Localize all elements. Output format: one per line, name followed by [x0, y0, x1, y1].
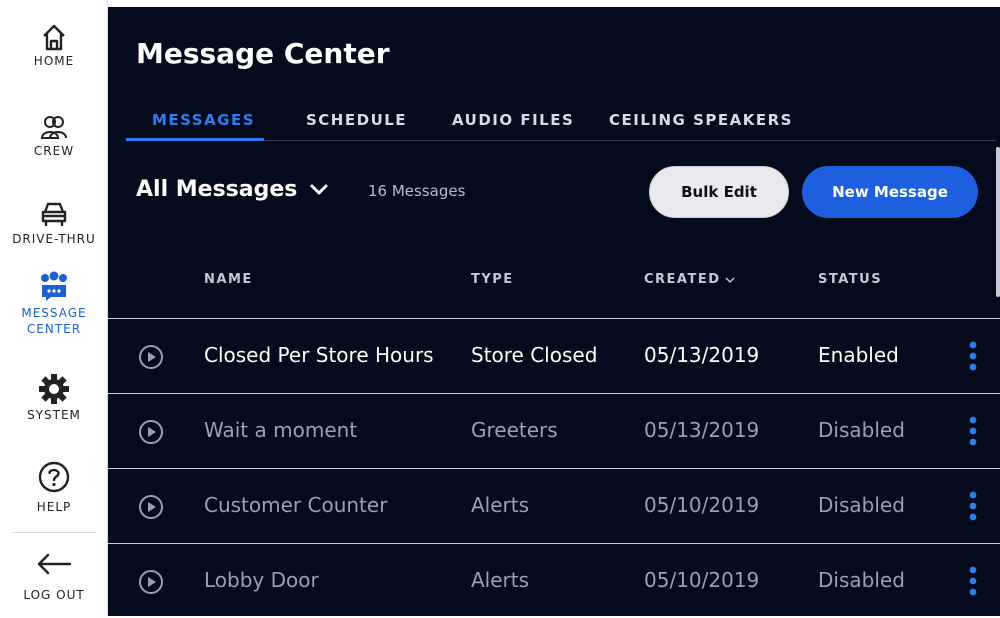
- sidebar-item-help[interactable]: HELP: [0, 460, 108, 516]
- column-header-created-label: CREATED: [644, 272, 721, 287]
- gear-icon: [39, 374, 69, 404]
- row-name: Wait a moment: [204, 418, 358, 442]
- sidebar-item-drive-thru[interactable]: DRIVE-THRU: [0, 198, 108, 248]
- sidebar-item-label: HOME: [33, 54, 75, 68]
- sort-chevron-down-icon: [725, 276, 735, 283]
- row-name: Customer Counter: [204, 493, 388, 517]
- row-status: Disabled: [818, 418, 905, 442]
- home-icon: [43, 24, 65, 51]
- column-header-created[interactable]: CREATED: [644, 272, 736, 287]
- row-created: 05/13/2019: [644, 418, 760, 442]
- sidebar-item-label: CREW: [33, 144, 75, 158]
- row-status: Enabled: [818, 343, 899, 367]
- sidebar-item-label: HELP: [36, 500, 72, 514]
- row-type: Alerts: [471, 568, 530, 592]
- sidebar: HOME CREW DRIVE-THRU MESSAGE CENTER SYST…: [0, 0, 108, 616]
- tab-ceiling-speakers[interactable]: CEILING SPEAKERS: [609, 111, 793, 129]
- row-type: Alerts: [471, 493, 530, 517]
- table-row[interactable]: Customer Counter Alerts 05/10/2019 Disab…: [108, 468, 1000, 543]
- message-center-icon: [41, 271, 67, 301]
- more-options-icon[interactable]: [968, 490, 978, 522]
- table-row[interactable]: Wait a moment Greeters 05/13/2019 Disabl…: [108, 393, 1000, 468]
- row-status: Disabled: [818, 493, 905, 517]
- page-title: Message Center: [136, 37, 390, 70]
- tab-schedule[interactable]: SCHEDULE: [306, 111, 407, 129]
- tab-messages[interactable]: MESSAGES: [152, 111, 255, 129]
- message-count: 16 Messages: [368, 182, 466, 200]
- active-tab-indicator: [126, 138, 264, 141]
- sidebar-item-label-line2: CENTER: [26, 322, 82, 336]
- sidebar-item-home[interactable]: HOME: [0, 22, 108, 70]
- sidebar-item-logout[interactable]: LOG OUT: [0, 550, 108, 604]
- sidebar-item-label: SYSTEM: [27, 408, 81, 422]
- chevron-down-icon: [310, 184, 328, 194]
- sidebar-item-crew[interactable]: CREW: [0, 112, 108, 160]
- play-icon[interactable]: [138, 419, 164, 445]
- sidebar-item-label: DRIVE-THRU: [12, 232, 96, 246]
- column-header-type[interactable]: TYPE: [471, 272, 514, 287]
- play-icon[interactable]: [138, 494, 164, 520]
- table-row[interactable]: Closed Per Store Hours Store Closed 05/1…: [108, 318, 1000, 393]
- sidebar-item-system[interactable]: SYSTEM: [0, 372, 108, 424]
- filter-label: All Messages: [136, 177, 298, 202]
- table-row[interactable]: Lobby Door Alerts 05/10/2019 Disabled: [108, 543, 1000, 618]
- row-type: Greeters: [471, 418, 558, 442]
- sidebar-divider: [12, 532, 96, 533]
- column-header-status[interactable]: STATUS: [818, 272, 882, 287]
- bulk-edit-button[interactable]: Bulk Edit: [649, 166, 789, 218]
- car-icon: [41, 202, 67, 226]
- play-icon[interactable]: [138, 344, 164, 370]
- row-status: Disabled: [818, 568, 905, 592]
- scrollbar[interactable]: [996, 147, 1000, 297]
- more-options-icon[interactable]: [968, 415, 978, 447]
- message-filter-dropdown[interactable]: All Messages: [136, 177, 329, 202]
- row-name: Lobby Door: [204, 568, 319, 592]
- column-header-name[interactable]: NAME: [204, 272, 253, 287]
- row-created: 05/10/2019: [644, 493, 760, 517]
- row-created: 05/13/2019: [644, 343, 760, 367]
- play-icon[interactable]: [138, 569, 164, 595]
- tab-bar: MESSAGES SCHEDULE AUDIO FILES CEILING SP…: [126, 103, 996, 141]
- sidebar-item-message-center[interactable]: MESSAGE CENTER: [0, 270, 108, 338]
- new-message-button[interactable]: New Message: [802, 166, 978, 218]
- sidebar-item-label: LOG OUT: [23, 588, 85, 602]
- row-created: 05/10/2019: [644, 568, 760, 592]
- main-panel: Message Center MESSAGES SCHEDULE AUDIO F…: [108, 7, 1000, 616]
- more-options-icon[interactable]: [968, 340, 978, 372]
- help-icon: [38, 461, 70, 493]
- logout-arrow-icon: [37, 553, 72, 575]
- row-name: Closed Per Store Hours: [204, 343, 434, 367]
- more-options-icon[interactable]: [968, 565, 978, 597]
- row-type: Store Closed: [471, 343, 598, 367]
- crew-icon: [40, 116, 67, 139]
- tab-audio-files[interactable]: AUDIO FILES: [452, 111, 574, 129]
